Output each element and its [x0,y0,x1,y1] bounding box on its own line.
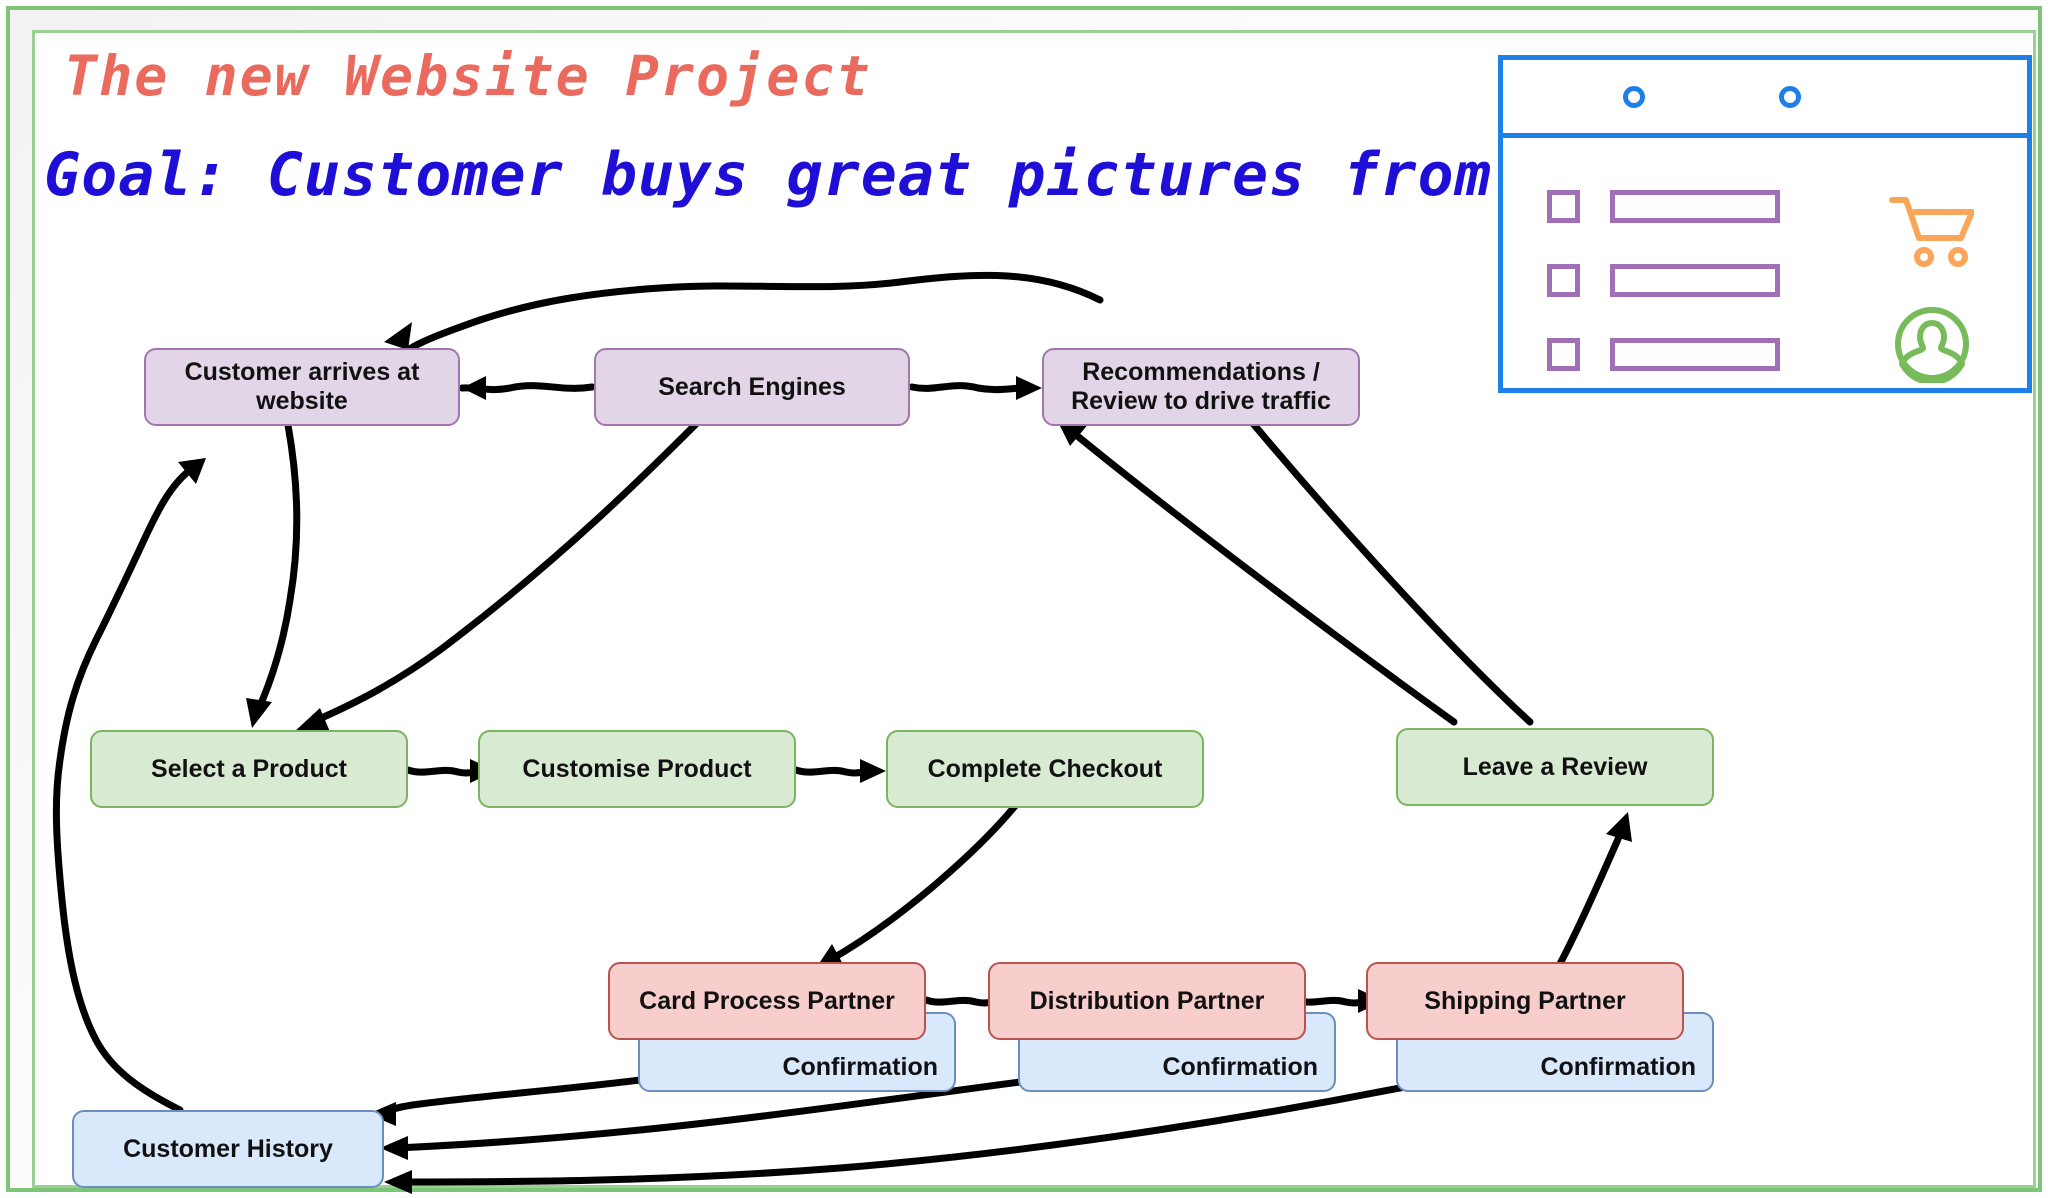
node-label: Customer arrives at website [184,358,420,415]
node-label: Recommendations / Review to drive traffi… [1071,358,1331,415]
user-account-icon [1895,307,1969,383]
node-label: Confirmation [782,1053,938,1082]
node-label: Select a Product [151,754,347,783]
node-leave-a-review[interactable]: Leave a Review [1396,728,1714,806]
browser-list-row-1 [1547,190,1780,223]
browser-mockup [1498,55,2032,393]
checkbox-icon [1547,190,1580,223]
node-label: Card Process Partner [639,986,895,1015]
checkbox-icon [1547,264,1580,297]
whiteboard-canvas: The new Website Project Goal: Customer b… [0,0,2048,1198]
node-label: Confirmation [1540,1053,1696,1082]
list-field-bar [1610,338,1780,371]
node-customer-arrives-at-website[interactable]: Customer arrives at website [144,348,460,426]
node-label: Complete Checkout [927,754,1163,783]
node-label: Customise Product [522,754,752,783]
node-customer-history[interactable]: Customer History [72,1110,384,1188]
node-label: Leave a Review [1462,752,1648,781]
node-select-a-product[interactable]: Select a Product [90,730,408,808]
node-card-process-partner[interactable]: Card Process Partner [608,962,926,1040]
node-distribution-partner[interactable]: Distribution Partner [988,962,1306,1040]
node-complete-checkout[interactable]: Complete Checkout [886,730,1204,808]
node-label: Distribution Partner [1029,986,1265,1015]
node-recommendations-review[interactable]: Recommendations / Review to drive traffi… [1042,348,1360,426]
shopping-cart-icon [1889,197,1974,267]
browser-dot-icon-1 [1623,86,1645,108]
node-label: Shipping Partner [1424,986,1626,1015]
node-label: Search Engines [658,372,846,401]
browser-dot-icon-2 [1779,86,1801,108]
list-field-bar [1610,264,1780,297]
list-field-bar [1610,190,1780,223]
node-customise-product[interactable]: Customise Product [478,730,796,808]
node-shipping-partner[interactable]: Shipping Partner [1366,962,1684,1040]
board-title: The new Website Project [64,44,872,108]
browser-toolbar [1503,60,2027,138]
node-search-engines[interactable]: Search Engines [594,348,910,426]
checkbox-icon [1547,338,1580,371]
browser-list-row-3 [1547,338,1780,371]
browser-list-row-2 [1547,264,1780,297]
node-label: Confirmation [1162,1053,1318,1082]
node-label: Customer History [123,1134,333,1163]
board-goal: Goal: Customer buys great pictures from … [44,140,1604,210]
